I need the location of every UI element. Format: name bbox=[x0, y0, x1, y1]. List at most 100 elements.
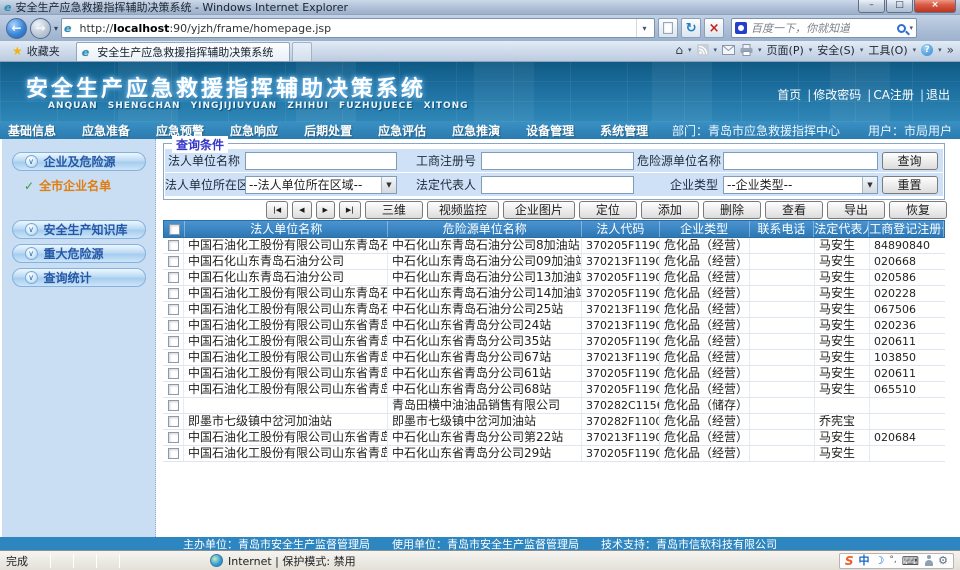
row-checkbox[interactable] bbox=[168, 448, 179, 459]
legal-name-input[interactable] bbox=[245, 152, 397, 170]
table-row[interactable]: 中国石油化工股份有限公司山东省青岛分公司中石化山东省青岛分公司35站370205… bbox=[163, 334, 945, 350]
table-row[interactable]: 中国石化山东青岛石油分公司中石化山东青岛石油分公司13加油站370205F119… bbox=[163, 270, 945, 286]
maximize-button[interactable]: □ bbox=[886, 0, 913, 13]
registration-no-input[interactable] bbox=[481, 152, 634, 170]
feeds-dropdown[interactable]: ▾ bbox=[714, 46, 718, 54]
recent-pages-dropdown[interactable]: ▾ bbox=[54, 24, 58, 33]
link-ca-register[interactable]: CA注册 bbox=[861, 86, 914, 103]
row-checkbox[interactable] bbox=[168, 240, 179, 251]
enterprise-photo-button[interactable]: 企业图片 bbox=[503, 201, 575, 219]
safety-menu[interactable]: 安全(S) bbox=[817, 42, 855, 58]
table-row[interactable]: 青岛田横中油油品销售有限公司370282C115602危化品（储存） bbox=[163, 398, 945, 414]
page-menu-dropdown[interactable]: ▾ bbox=[809, 46, 813, 54]
browser-tab[interactable]: e 安全生产应急救援指挥辅助决策系统 bbox=[76, 42, 290, 61]
search-button[interactable]: 查询 bbox=[882, 152, 938, 170]
export-button[interactable]: 导出 bbox=[827, 201, 885, 219]
wrench-icon[interactable]: ⚙ bbox=[938, 555, 948, 566]
representative-input[interactable] bbox=[481, 176, 634, 194]
sidebar-item-city-enterprise-list[interactable]: ✓ 全市企业名单 bbox=[24, 177, 155, 194]
moon-icon[interactable]: ☽ bbox=[875, 555, 885, 566]
search-icon[interactable] bbox=[897, 24, 906, 33]
url-field[interactable]: e http://localhost:90/yjzh/frame/homepag… bbox=[61, 18, 655, 38]
close-button[interactable]: × bbox=[914, 0, 956, 13]
add-button[interactable]: 添加 bbox=[641, 201, 699, 219]
chinese-mode-icon[interactable]: 中 bbox=[859, 555, 870, 566]
sidebar-group-major-hazards[interactable]: ∨ 重大危险源 bbox=[12, 244, 146, 263]
sidebar-group-enterprise-hazard[interactable]: ∨ 企业及危险源 bbox=[12, 152, 146, 171]
delete-button[interactable]: 删除 bbox=[703, 201, 761, 219]
back-button[interactable]: ← bbox=[6, 18, 27, 39]
page-menu[interactable]: 页面(P) bbox=[767, 42, 804, 58]
help-dropdown[interactable]: ▾ bbox=[938, 46, 942, 54]
tools-menu-dropdown[interactable]: ▾ bbox=[913, 46, 917, 54]
refresh-button[interactable]: ↻ bbox=[681, 18, 701, 38]
table-row[interactable]: 中国石油化工股份有限公司山东省青岛分公司中石化山东省青岛分公司67站370213… bbox=[163, 350, 945, 366]
row-checkbox[interactable] bbox=[168, 352, 179, 363]
row-checkbox[interactable] bbox=[168, 400, 179, 411]
reset-button[interactable]: 重置 bbox=[882, 176, 938, 194]
first-page-button[interactable]: |◀ bbox=[266, 201, 288, 219]
nav-item-8[interactable]: 系统管理 bbox=[600, 122, 648, 139]
minimize-button[interactable]: – bbox=[858, 0, 885, 13]
enterprise-type-select[interactable]: --企业类型-- ▼ bbox=[723, 176, 878, 194]
select-all-checkbox[interactable] bbox=[169, 224, 180, 235]
tools-menu[interactable]: 工具(O) bbox=[868, 42, 907, 58]
sidebar-group-knowledge-base[interactable]: ∨ 安全生产知识库 bbox=[12, 220, 146, 239]
row-checkbox[interactable] bbox=[168, 272, 179, 283]
table-row[interactable]: 中国石油化工股份有限公司山东省青岛分公司中石化山东省青岛分公司29站370205… bbox=[163, 446, 945, 462]
row-checkbox[interactable] bbox=[168, 384, 179, 395]
table-row[interactable]: 中国石油化工股份有限公司山东青岛石油分公司中石化山东青岛石油分公司8加油站370… bbox=[163, 238, 945, 254]
search-box[interactable]: 百度一下，你就知道 ▾ bbox=[731, 18, 917, 38]
keyboard-icon[interactable]: ⌨ bbox=[902, 555, 919, 567]
view-button[interactable]: 查看 bbox=[765, 201, 823, 219]
next-page-button[interactable]: ▶ bbox=[316, 201, 335, 219]
last-page-button[interactable]: ▶| bbox=[339, 201, 361, 219]
link-logout[interactable]: 退出 bbox=[914, 86, 950, 103]
nav-item-5[interactable]: 应急评估 bbox=[378, 122, 426, 139]
table-row[interactable]: 中国石油化工股份有限公司山东省青岛分公司中石化山东省青岛分公司68站370205… bbox=[163, 382, 945, 398]
row-checkbox[interactable] bbox=[168, 416, 179, 427]
forward-button[interactable]: → bbox=[30, 18, 51, 39]
nav-item-7[interactable]: 设备管理 bbox=[526, 122, 574, 139]
restore-button[interactable]: 恢复 bbox=[889, 201, 947, 219]
nav-item-0[interactable]: 基础信息 bbox=[8, 122, 56, 139]
table-row[interactable]: 中国石油化工股份有限公司山东省青岛分公司中石化山东省青岛分公司61站370205… bbox=[163, 366, 945, 382]
more-commands-icon[interactable]: » bbox=[947, 44, 954, 56]
row-checkbox[interactable] bbox=[168, 304, 179, 315]
search-options-dropdown[interactable]: ▾ bbox=[910, 24, 914, 32]
punctuation-icon[interactable]: °, bbox=[889, 556, 896, 565]
nav-item-3[interactable]: 应急响应 bbox=[230, 122, 278, 139]
home-dropdown[interactable]: ▾ bbox=[688, 46, 692, 54]
url-history-dropdown[interactable]: ▾ bbox=[636, 19, 652, 37]
help-icon[interactable]: ? bbox=[921, 44, 933, 56]
print-dropdown[interactable]: ▾ bbox=[758, 46, 762, 54]
home-icon[interactable]: ⌂ bbox=[675, 44, 683, 56]
table-row[interactable]: 中国石油化工股份有限公司山东青岛石油分公司中石化山东青岛石油分公司14加油站37… bbox=[163, 286, 945, 302]
previous-page-button[interactable]: ◀ bbox=[292, 201, 311, 219]
table-row[interactable]: 中国石化山东青岛石油分公司中石化山东青岛石油分公司09加油站370213F119… bbox=[163, 254, 945, 270]
nav-item-6[interactable]: 应急推演 bbox=[452, 122, 500, 139]
table-row[interactable]: 即墨市七级镇中岔河加油站即墨市七级镇中岔河加油站370282F110063危化品… bbox=[163, 414, 945, 430]
row-checkbox[interactable] bbox=[168, 432, 179, 443]
print-icon[interactable] bbox=[740, 44, 753, 56]
nav-item-4[interactable]: 后期处置 bbox=[304, 122, 352, 139]
read-mail-icon[interactable] bbox=[722, 45, 735, 55]
link-change-password[interactable]: 修改密码 bbox=[801, 86, 861, 103]
row-checkbox[interactable] bbox=[168, 368, 179, 379]
rss-icon[interactable] bbox=[697, 44, 709, 56]
compatibility-view-button[interactable] bbox=[658, 18, 678, 38]
row-checkbox[interactable] bbox=[168, 336, 179, 347]
table-row[interactable]: 中国石油化工股份有限公司山东省青岛分公司中石化山东省青岛分公司24站370213… bbox=[163, 318, 945, 334]
user-icon[interactable] bbox=[924, 555, 933, 566]
stop-button[interactable]: × bbox=[704, 18, 724, 38]
locate-button[interactable]: 定位 bbox=[579, 201, 637, 219]
view-3d-button[interactable]: 三维 bbox=[365, 201, 423, 219]
link-home[interactable]: 首页 bbox=[777, 86, 801, 103]
row-checkbox[interactable] bbox=[168, 288, 179, 299]
hazard-name-input[interactable] bbox=[723, 152, 878, 170]
video-monitor-button[interactable]: 视频监控 bbox=[427, 201, 499, 219]
table-row[interactable]: 中国石油化工股份有限公司山东青岛石油分公司中石化山东青岛石油分公司25站3702… bbox=[163, 302, 945, 318]
favorites-button[interactable]: ★ 收藏夹 bbox=[6, 41, 66, 61]
row-checkbox[interactable] bbox=[168, 256, 179, 267]
table-row[interactable]: 中国石油化工股份有限公司山东省青岛分公司中石化山东省青岛分公司第22站37021… bbox=[163, 430, 945, 446]
